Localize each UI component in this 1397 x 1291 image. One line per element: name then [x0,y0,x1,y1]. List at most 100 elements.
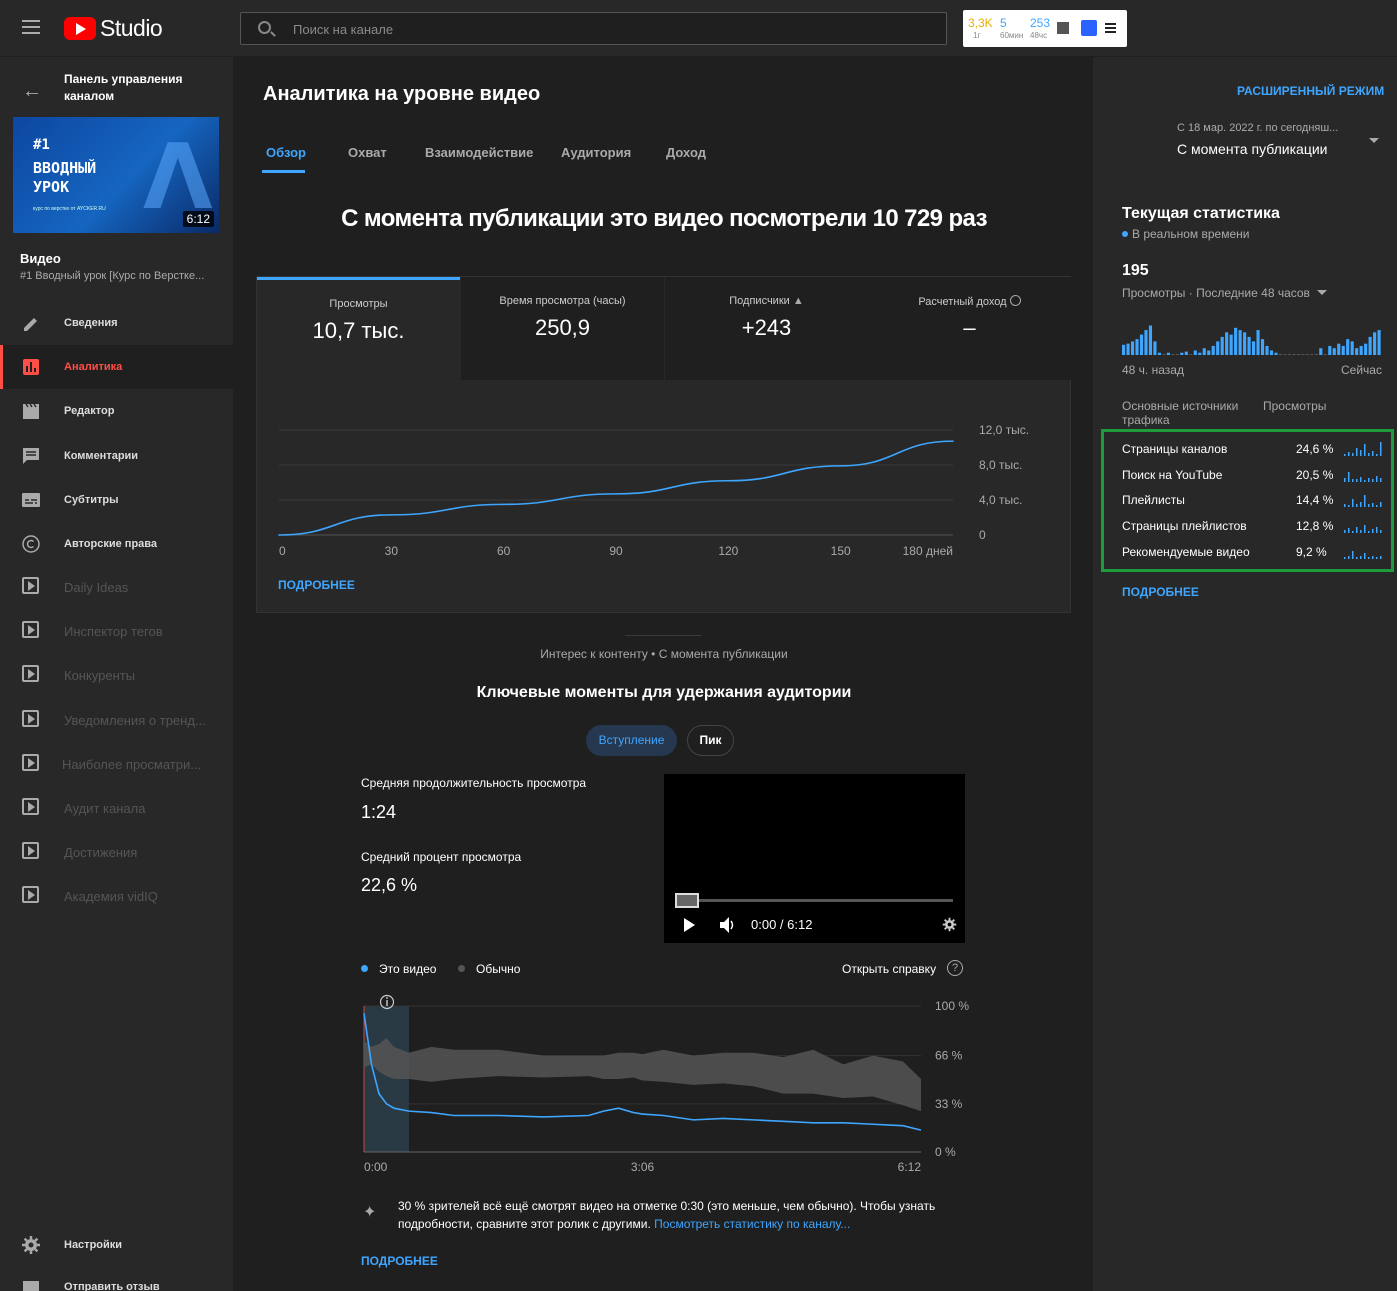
more-details-link[interactable]: ПОДРОБНЕЕ [278,578,355,592]
tab-reach[interactable]: Охват [348,145,387,160]
back-arrow-icon[interactable]: ← [22,80,42,103]
vidiq-icon [22,710,39,727]
chevron-down-icon[interactable] [1369,138,1379,143]
channel-stats-link[interactable]: Посмотреть статистику по каналу... [654,1217,850,1231]
date-range-text[interactable]: С 18 мар. 2022 г. по сегодняш... [1177,122,1338,134]
sidebar-item-analytics[interactable]: Аналитика [0,345,233,389]
sidebar-item-label: Сведения [64,317,118,329]
sidebar-item-copyright[interactable]: Авторские права [0,522,233,566]
realtime-bar [1364,343,1368,355]
vidiq-widget[interactable]: 3,3K 1г 5 60мин 253 48чс [963,10,1127,47]
hamburger-menu-icon[interactable] [22,20,40,34]
channel-search[interactable] [240,12,947,45]
sidebar-item-editor[interactable]: Редактор [0,389,233,433]
realtime-subtitle: В реальном времени [1122,227,1249,241]
vidiq-logo-icon[interactable] [1081,20,1097,36]
realtime-bar [1368,336,1372,355]
sidebar-item-daily-ideas[interactable]: Daily Ideas [0,565,233,609]
vidiq-menu-icon[interactable] [1105,23,1116,33]
realtime-more-link[interactable]: ПОДРОБНЕЕ [1122,585,1199,599]
sparkline-bar [1348,528,1350,533]
y-tick-label: 4,0 тыс. [979,493,1022,507]
sidebar-item-tag-inspector[interactable]: Инспектор тегов [0,609,233,653]
retention-chart: 0 % 33 % 66 % 100 % 0:00 3:06 6:12 [363,994,969,1174]
avg-duration-value: 1:24 [361,802,397,822]
traffic-row[interactable]: Рекомендуемые видео 9,2 % [1122,543,1384,563]
chip-peak[interactable]: Пик [687,725,734,756]
sidebar-item-achievements[interactable]: Достижения [0,830,233,874]
sparkline-bar [1348,505,1350,507]
date-period-select[interactable]: С момента публикации [1177,141,1327,157]
traffic-row[interactable]: Страницы каналов 24,6 % [1122,440,1384,460]
sparkline-bar [1356,557,1358,559]
views-point [278,534,280,536]
thumbnail-number: #1 [33,137,50,153]
sparkline-bar [1368,478,1370,482]
scrub-handle[interactable] [675,893,699,908]
tab-revenue[interactable]: Доход [666,145,706,160]
sparkline-bar [1352,479,1354,482]
vidiq-icon [22,798,39,815]
chevron-down-icon[interactable] [1317,290,1327,295]
realtime-bar [1247,336,1251,355]
sidebar-item-comments[interactable]: Комментарии [0,434,233,478]
more-details-link-retention[interactable]: ПОДРОБНЕЕ [361,1254,438,1268]
realtime-start-label: 48 ч. назад [1122,363,1184,377]
youtube-studio-logo[interactable]: Studio [64,14,163,42]
traffic-source-name: Поиск на YouTube [1122,468,1223,482]
vidiq-chart-icon[interactable] [1057,22,1069,34]
play-icon[interactable] [684,918,695,932]
realtime-bar [1207,350,1211,355]
sidebar-item-channel-audit[interactable]: Аудит канала [0,786,233,830]
x-tick-label: 180 дней [903,544,953,558]
sparkline-bar [1364,525,1366,533]
traffic-row[interactable]: Плейлисты 14,4 % [1122,491,1384,511]
y-tick-label: 33 % [935,1097,963,1111]
vidiq-icon [22,842,39,859]
traffic-source-percent: 24,6 % [1296,442,1334,456]
open-help-link[interactable]: Открыть справку [842,962,936,976]
traffic-source-percent: 9,2 % [1296,545,1327,559]
sidebar-item-settings[interactable]: Настройки [0,1223,233,1267]
progress-bar[interactable] [676,899,953,902]
sidebar-item-feedback[interactable]: Отправить отзыв [0,1267,233,1291]
stat-watch-time[interactable]: Время просмотра (часы) 250,9 [461,277,664,380]
gear-icon[interactable] [942,917,957,932]
search-input[interactable] [293,20,893,38]
stat-revenue[interactable]: Расчетный доход – [868,277,1071,380]
sparkline-bar [1344,504,1346,507]
sidebar-item-vidiq-academy[interactable]: Академия vidIQ [0,874,233,918]
tab-engagement[interactable]: Взаимодействие [425,145,533,160]
channel-dashboard-link[interactable]: Панель управления каналом [64,71,204,105]
tab-overview[interactable]: Обзор [266,145,306,160]
sidebar-item-competitors[interactable]: Конкуренты [0,653,233,697]
sidebar-item-details[interactable]: Сведения [0,301,233,345]
stat-subscribers[interactable]: Подписчики ▲ +243 [665,277,868,380]
page-title: Аналитика на уровне видео [263,83,541,105]
realtime-bar [1225,332,1229,355]
sparkline-bar [1364,495,1366,507]
sparkline-bar [1380,556,1382,559]
help-icon[interactable]: ? [947,960,963,976]
chip-intro[interactable]: Вступление [586,725,677,756]
realtime-bar [1202,348,1206,355]
sparkline-bar [1352,499,1354,507]
video-player[interactable]: 0:00 / 6:12 [664,774,965,943]
live-dot-icon [1122,231,1128,237]
stat-label: Расчетный доход [868,295,1071,308]
vidiq-icon [22,754,39,771]
sidebar-item-most-viewed[interactable]: Наиболее просматри... [0,742,233,786]
views-chart: 0 4,0 тыс. 8,0 тыс. 12,0 тыс. 0 30 60 90 120 150 1… [278,423,1029,558]
tab-audience[interactable]: Аудитория [561,145,631,160]
sparkline-bar [1344,530,1346,533]
advanced-mode-link[interactable]: РАСШИРЕННЫЙ РЕЖИМ [1237,84,1384,98]
sidebar-item-trend-alerts[interactable]: Уведомления о тренд... [0,698,233,742]
sidebar-item-subtitles[interactable]: Субтитры [0,478,233,522]
traffic-row[interactable]: Страницы плейлистов 12,8 % [1122,517,1384,537]
stat-views[interactable]: Просмотры 10,7 тыс. [257,277,460,380]
realtime-bar [1260,339,1265,355]
realtime-caption[interactable]: Просмотры · Последние 48 часов [1122,286,1310,300]
volume-icon[interactable] [719,916,737,934]
traffic-row[interactable]: Поиск на YouTube 20,5 % [1122,466,1384,486]
video-thumbnail[interactable]: Λ #1 ВВОДНЫЙ УРОК курс по верстке от AYC… [13,117,219,233]
